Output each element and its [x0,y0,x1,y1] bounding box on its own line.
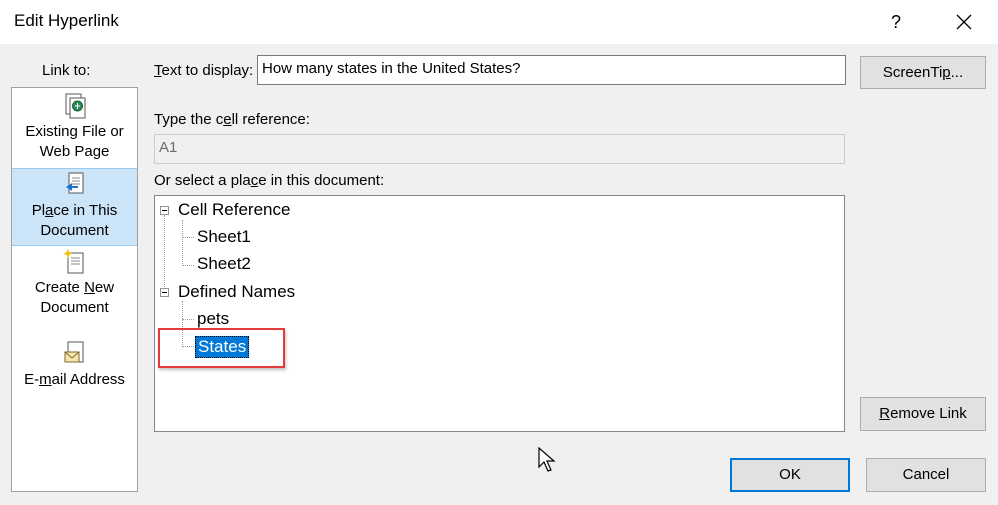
select-place-label: Or select a place in this document: [154,172,385,189]
place-in-document-icon [65,172,83,194]
sidebar-item-email-address[interactable]: E-mail Address [12,340,137,392]
sidebar-item-label: Create New [34,279,115,296]
place-tree[interactable]: Cell Reference Sheet1 Sheet2 Defined Nam… [154,195,845,432]
screentip-button[interactable]: ScreenTip... [860,56,986,89]
sidebar-item-existing-file[interactable]: Existing File or Web Page [12,92,137,164]
tree-item-sheet1[interactable]: Sheet1 [197,227,251,247]
new-document-icon [63,249,83,274]
cell-reference-field[interactable]: A1 [154,134,845,164]
sidebar-item-label: E-mail Address [24,371,125,388]
close-button[interactable] [944,6,984,38]
collapse-defined-names-icon[interactable] [160,288,169,297]
text-to-display-label: Text to display: [154,62,254,79]
cell-reference-label: Type the cell reference: [154,111,310,128]
close-icon [956,14,972,30]
highlight-box [158,328,285,368]
tree-group-defined-names[interactable]: Defined Names [178,282,295,302]
help-button[interactable]: ? [876,6,916,38]
cancel-button[interactable]: Cancel [866,458,986,492]
tree-group-cell-reference[interactable]: Cell Reference [178,200,290,220]
collapse-cell-reference-icon[interactable] [160,206,169,215]
file-web-icon [65,93,85,119]
edit-hyperlink-dialog: Edit Hyperlink ? Link to: Existing File … [0,0,998,505]
text-to-display-field[interactable]: How many states in the United States? [257,55,846,85]
sidebar-item-label: Existing File or [25,123,124,140]
sidebar-item-label: Web Page [39,143,110,160]
remove-link-button[interactable]: Remove Link [860,397,986,431]
sidebar-item-place-in-document[interactable]: Place in This Document [12,168,137,246]
title-bar: Edit Hyperlink ? [0,0,998,44]
dialog-title: Edit Hyperlink [14,11,119,30]
sidebar-item-create-new[interactable]: Create New Document [12,248,137,320]
ok-button[interactable]: OK [730,458,850,492]
link-to-label: Link to: [42,62,91,79]
link-to-sidebar: Existing File or Web Page Place in This … [11,87,138,492]
email-icon [64,341,83,363]
sidebar-item-label: Document [40,299,109,316]
sidebar-item-label: Document [40,222,109,239]
tree-item-pets[interactable]: pets [197,309,229,329]
tree-item-sheet2[interactable]: Sheet2 [197,254,251,274]
mouse-pointer-icon [538,447,556,472]
sidebar-item-label: Place in This [31,202,118,219]
